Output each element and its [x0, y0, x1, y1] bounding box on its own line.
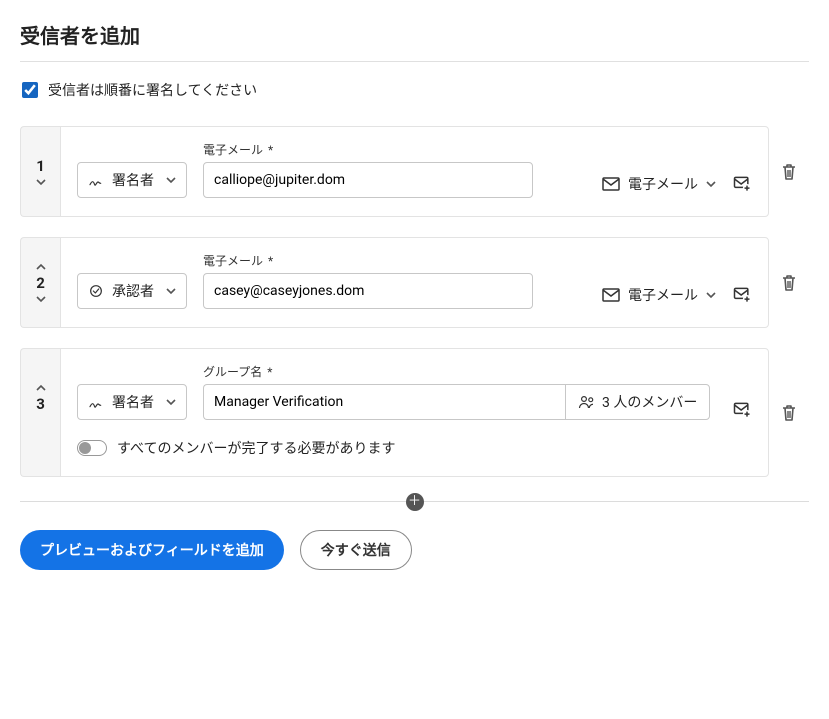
sign-in-order-checkbox[interactable]: 受信者は順番に署名してください	[20, 80, 809, 100]
recipient-card: 署名者 電子メール * 電子メール	[60, 126, 769, 217]
add-recipient-divider: ＋	[20, 501, 809, 502]
email-input[interactable]	[203, 162, 533, 198]
signer-icon	[88, 172, 104, 188]
group-name-field-label: グループ名 *	[203, 363, 710, 380]
approver-icon	[88, 283, 104, 299]
envelope-icon	[602, 288, 620, 302]
envelope-icon	[602, 177, 620, 191]
recipient-card: 署名者 グループ名 * 3 人のメンバー	[60, 348, 769, 477]
email-field-label: 電子メール *	[203, 252, 533, 269]
people-icon	[578, 394, 596, 410]
email-field-label: 電子メール *	[203, 141, 533, 158]
move-up-icon[interactable]	[36, 384, 46, 391]
recipient-card: 承認者 電子メール * 電子メール	[60, 237, 769, 328]
auth-method-select[interactable]: 電子メール	[600, 170, 718, 198]
role-label: 署名者	[112, 392, 158, 412]
group-members-button[interactable]: 3 人のメンバー	[565, 384, 710, 420]
role-select[interactable]: 署名者	[77, 384, 187, 420]
order-column: 1	[20, 126, 60, 217]
delete-recipient-icon[interactable]	[779, 403, 799, 423]
recipient-row: 1 署名者 電子メール *	[20, 126, 809, 217]
recipient-row: 2 承認者 電子メール *	[20, 237, 809, 328]
auth-label: 電子メール	[628, 174, 698, 194]
add-message-icon[interactable]	[732, 174, 752, 194]
delete-recipient-icon[interactable]	[779, 273, 799, 293]
group-members-label: 3 人のメンバー	[602, 392, 697, 412]
all-complete-toggle[interactable]	[77, 440, 107, 456]
order-number: 1	[36, 157, 45, 175]
order-number: 2	[36, 274, 45, 292]
add-recipient-button[interactable]: ＋	[406, 493, 424, 511]
add-message-icon[interactable]	[732, 285, 752, 305]
title-divider	[20, 61, 809, 62]
sign-in-order-label: 受信者は順番に署名してください	[48, 80, 257, 100]
move-down-icon[interactable]	[36, 179, 46, 186]
send-now-button[interactable]: 今すぐ送信	[300, 530, 412, 570]
preview-add-fields-button[interactable]: プレビューおよびフィールドを追加	[20, 530, 284, 570]
order-column: 2	[20, 237, 60, 328]
add-message-icon[interactable]	[732, 400, 752, 420]
chevron-down-icon	[166, 177, 176, 184]
chevron-down-icon	[166, 399, 176, 406]
sign-in-order-input[interactable]	[22, 82, 38, 98]
chevron-down-icon	[706, 292, 716, 299]
order-column: 3	[20, 348, 60, 477]
move-down-icon[interactable]	[36, 296, 46, 303]
role-label: 署名者	[112, 170, 158, 190]
auth-method-select[interactable]: 電子メール	[600, 281, 718, 309]
chevron-down-icon	[706, 181, 716, 188]
signer-icon	[88, 394, 104, 410]
auth-label: 電子メール	[628, 285, 698, 305]
page-title: 受信者を追加	[20, 20, 809, 49]
chevron-down-icon	[166, 288, 176, 295]
role-label: 承認者	[112, 281, 158, 301]
plus-icon: ＋	[408, 495, 421, 508]
delete-recipient-icon[interactable]	[779, 162, 799, 182]
move-up-icon[interactable]	[36, 263, 46, 270]
order-number: 3	[36, 395, 45, 413]
group-name-input[interactable]	[203, 384, 565, 420]
role-select[interactable]: 署名者	[77, 162, 187, 198]
recipient-row: 3 署名者 グループ名 *	[20, 348, 809, 477]
role-select[interactable]: 承認者	[77, 273, 187, 309]
all-complete-label: すべてのメンバーが完了する必要があります	[117, 438, 395, 458]
email-input[interactable]	[203, 273, 533, 309]
